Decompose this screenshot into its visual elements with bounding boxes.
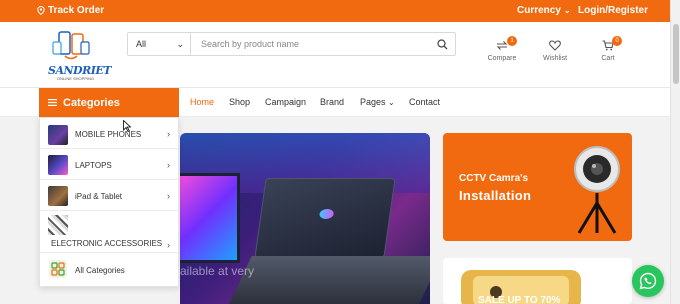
electronic-accessories-thumbnail: [48, 215, 68, 235]
search-button[interactable]: [429, 33, 455, 55]
category-label: All Categories: [75, 266, 125, 275]
category-label: LAPTOPS: [75, 161, 112, 170]
banner-laptop-image: [254, 178, 396, 258]
wishlist-button[interactable]: Wishlist: [535, 40, 575, 62]
nav-brand[interactable]: Brand: [320, 97, 344, 107]
nav-contact[interactable]: Contact: [409, 97, 440, 107]
logo-subtitle: ONLINE SHOPPING: [57, 76, 95, 81]
nav-pages-label: Pages: [360, 97, 386, 107]
header: SANDRIET ONLINE SHOPPING All ⌄ Search by…: [0, 22, 670, 88]
mouse-cursor-icon: [123, 120, 131, 132]
hero-banner[interactable]: ailable at very: [180, 133, 430, 304]
category-label: iPad & Tablet: [75, 192, 122, 201]
category-item-mobile-phones[interactable]: MOBILE PHONES ›: [40, 118, 178, 149]
chevron-right-icon: ›: [167, 129, 170, 139]
chevron-right-icon: ›: [167, 191, 170, 201]
categories-label: Categories: [63, 96, 120, 109]
category-label: MOBILE PHONES: [75, 130, 142, 139]
cart-button[interactable]: 0 Cart: [588, 36, 628, 62]
chevron-down-icon: ⌄: [563, 6, 571, 15]
location-pin-icon: [37, 6, 45, 15]
rog-logo-icon: [318, 209, 335, 219]
menu-icon: [48, 99, 57, 106]
banner-promo-text: ailable at very: [180, 264, 255, 278]
sale-promo-card[interactable]: SALE UP TO 70%: [443, 258, 632, 304]
sale-text: SALE UP TO 70%: [478, 295, 561, 304]
search-icon: [436, 38, 447, 49]
category-item-laptops[interactable]: LAPTOPS ›: [40, 149, 178, 180]
category-item-ipad-tablet[interactable]: iPad & Tablet ›: [40, 180, 178, 211]
nav-home[interactable]: Home: [190, 97, 214, 107]
banner-laptop-base: [228, 256, 430, 304]
compare-label: Compare: [487, 55, 517, 62]
main-nav: Categories Home Shop Campaign Brand Page…: [0, 88, 670, 117]
ipad-tablet-thumbnail: [48, 186, 68, 206]
currency-dropdown[interactable]: Currency ⌄: [517, 5, 571, 16]
laptops-thumbnail: [48, 155, 68, 175]
login-register-link[interactable]: Login/Register: [578, 5, 648, 16]
search-input[interactable]: Search by product name: [191, 33, 429, 55]
compare-count-badge: 1: [507, 36, 517, 46]
categories-button[interactable]: Categories: [39, 88, 179, 117]
search-category-value: All: [136, 39, 147, 49]
mobile-phones-thumbnail: [48, 125, 68, 145]
category-label: ELECTRONIC ACCESSORIES: [51, 239, 163, 248]
chevron-right-icon: ›: [167, 240, 170, 250]
chevron-down-icon: ⌄: [176, 38, 184, 49]
whatsapp-chat-button[interactable]: [632, 265, 664, 297]
category-item-electronic-accessories[interactable]: ELECTRONIC ACCESSORIES ›: [40, 211, 178, 253]
cctv-title: CCTV Camra's: [459, 173, 529, 184]
category-item-all-categories[interactable]: All Categories: [40, 253, 178, 286]
chevron-down-icon: ⌄: [388, 98, 395, 107]
currency-label: Currency: [517, 5, 561, 16]
top-bar: Track Order Currency ⌄ Login/Register: [0, 0, 680, 22]
cctv-promo-card[interactable]: CCTV Camra's Installation: [443, 133, 632, 241]
heart-icon: [549, 40, 561, 51]
logo-phones-icon: [52, 31, 90, 60]
chevron-right-icon: ›: [167, 160, 170, 170]
categories-dropdown: MOBILE PHONES › LAPTOPS › iPad & Tablet …: [39, 117, 179, 287]
whatsapp-icon: [639, 272, 657, 290]
track-order-link[interactable]: Track Order: [37, 5, 104, 16]
scrollbar-thumb[interactable]: [673, 24, 679, 84]
compare-button[interactable]: 1 Compare: [482, 36, 522, 62]
cctv-subtitle: Installation: [459, 188, 532, 203]
cart-count-badge: 0: [612, 36, 622, 46]
scrollbar[interactable]: [670, 0, 680, 304]
track-order-label: Track Order: [48, 5, 105, 16]
all-categories-icon: [49, 260, 67, 278]
search-category-select[interactable]: All ⌄: [128, 33, 191, 55]
search-bar: All ⌄ Search by product name: [127, 32, 456, 56]
cctv-camera-image: [574, 146, 620, 234]
nav-pages[interactable]: Pages ⌄: [360, 97, 395, 107]
banner-laptop-screen: [180, 173, 240, 263]
wishlist-label: Wishlist: [542, 55, 568, 62]
nav-shop[interactable]: Shop: [229, 97, 250, 107]
cart-label: Cart: [601, 55, 615, 62]
nav-campaign[interactable]: Campaign: [265, 97, 306, 107]
